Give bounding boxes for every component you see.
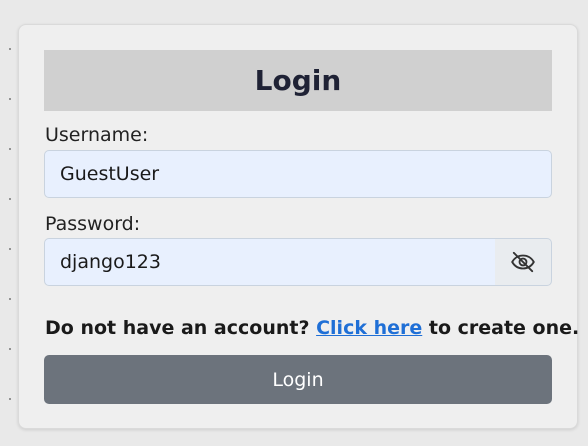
password-label: Password: <box>45 213 141 235</box>
dot <box>9 398 11 400</box>
username-label: Username: <box>45 124 149 146</box>
dot <box>9 148 11 150</box>
login-title: Login <box>254 64 342 97</box>
dot <box>9 98 11 100</box>
page: Login Username: Password: Do not have an… <box>0 0 588 446</box>
password-input[interactable] <box>44 238 496 286</box>
eye-slash-icon <box>511 251 535 273</box>
login-card: Login Username: Password: Do not have an… <box>18 24 579 429</box>
dot <box>9 198 11 200</box>
dot <box>9 48 11 50</box>
signup-prefix: Do not have an account? <box>45 317 317 339</box>
username-input[interactable] <box>44 150 552 198</box>
signup-suffix: to create one. <box>422 317 580 339</box>
login-button[interactable]: Login <box>44 355 552 404</box>
background-dots <box>9 0 13 446</box>
dot <box>9 248 11 250</box>
login-header: Login <box>44 50 552 111</box>
signup-link[interactable]: Click here <box>316 317 422 339</box>
dot <box>9 298 11 300</box>
dot <box>9 348 11 350</box>
signup-prompt: Do not have an account? Click here to cr… <box>45 317 579 339</box>
password-visibility-toggle[interactable] <box>495 238 552 286</box>
